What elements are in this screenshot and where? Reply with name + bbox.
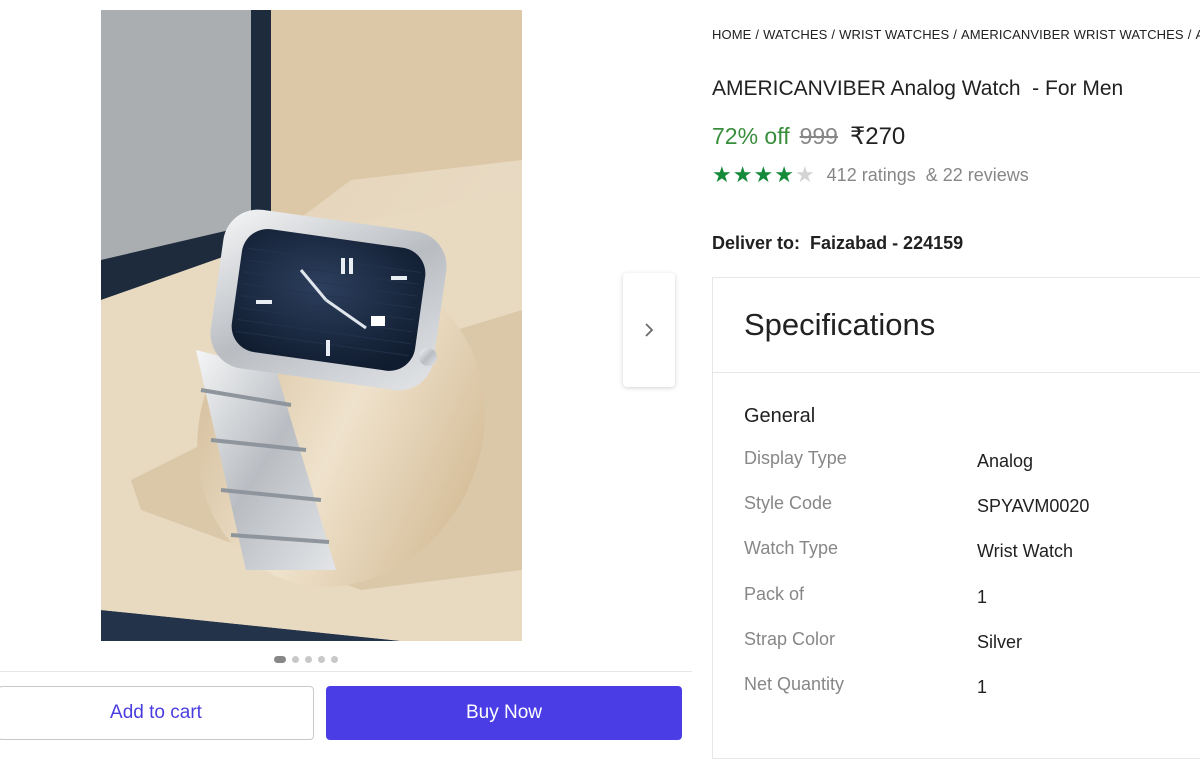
star-rating: ★ ★ ★ ★ ★ <box>712 164 815 186</box>
spec-table: Display Type Analog Style Code SPYAVM002… <box>744 448 1184 719</box>
star-icon: ★ <box>753 162 774 187</box>
breadcrumb-link-home[interactable]: HOME <box>712 27 751 42</box>
reviews-count: & 22 reviews <box>925 164 1029 185</box>
breadcrumb-link-wrist-watches[interactable]: WRIST WATCHES <box>839 27 949 42</box>
star-icon: ★ <box>774 162 794 187</box>
spec-row: Pack of 1 <box>744 584 1184 629</box>
product-image[interactable] <box>101 10 522 641</box>
discount-label: 72% off <box>712 123 790 149</box>
rating-row[interactable]: ★ ★ ★ ★ ★ 412 ratings & 22 reviews <box>712 164 1029 186</box>
spec-row: Watch Type Wrist Watch <box>744 538 1184 583</box>
spec-row: Strap Color Silver <box>744 629 1184 674</box>
product-gallery: Add to cart Buy Now <box>0 0 695 755</box>
selling-price: ₹270 <box>849 123 906 150</box>
specifications-title: Specifications <box>744 307 936 342</box>
purchase-actions: Add to cart Buy Now <box>0 671 692 756</box>
spec-row: Net Quantity 1 <box>744 674 1184 719</box>
delivery-location[interactable]: Deliver to: Faizabad - 224159 <box>712 233 963 254</box>
deliver-to-label: Deliver to: <box>712 233 801 253</box>
carousel-dot[interactable] <box>318 656 325 663</box>
carousel-dot[interactable] <box>331 656 338 663</box>
spec-key: Strap Color <box>744 628 836 649</box>
breadcrumb-link-truncated[interactable]: AI <box>1195 27 1200 42</box>
original-price: 999 <box>799 123 838 149</box>
carousel-dot[interactable] <box>274 656 286 663</box>
spec-key: Watch Type <box>744 538 839 559</box>
price-row: 72% off 999 ₹270 <box>712 122 905 151</box>
add-to-cart-button[interactable]: Add to cart <box>0 686 314 740</box>
ratings-count: 412 ratings <box>826 164 916 185</box>
spec-key: Display Type <box>744 448 847 468</box>
carousel-dot[interactable] <box>305 656 312 663</box>
spec-value: 1 <box>977 586 988 607</box>
delivery-pincode: Faizabad - 224159 <box>810 233 964 253</box>
spec-value: Analog <box>977 451 1034 471</box>
spec-key: Style Code <box>744 493 833 514</box>
spec-row: Style Code SPYAVM0020 <box>744 493 1184 538</box>
breadcrumb-link-watches[interactable]: WATCHES <box>763 27 827 42</box>
chevron-right-icon <box>645 323 654 337</box>
spec-value: SPYAVM0020 <box>977 496 1090 517</box>
spec-value: Silver <box>977 631 1023 652</box>
breadcrumb: HOME / WATCHES / WRIST WATCHES / AMERICANVIBER… <box>712 27 1200 42</box>
star-icon: ★ <box>794 162 815 187</box>
specifications-header: Specifications <box>713 278 1200 373</box>
carousel-dot[interactable] <box>292 656 299 663</box>
spec-value: Wrist Watch <box>977 541 1074 562</box>
product-title: AMERICANVIBER Analog Watch - For Men <box>712 77 1124 100</box>
star-icon: ★ <box>712 162 732 187</box>
spec-row: Display Type Analog <box>744 448 1184 493</box>
spec-value: 1 <box>977 676 988 697</box>
spec-section-title: General <box>744 405 816 427</box>
buy-now-button[interactable]: Buy Now <box>326 686 682 740</box>
spec-key: Net Quantity <box>744 673 845 694</box>
specifications-card: Specifications General Display Type Anal… <box>712 277 1200 759</box>
next-image-button[interactable] <box>623 273 675 387</box>
breadcrumb-link-brand[interactable]: AMERICANVIBER WRIST WATCHES <box>961 27 1184 42</box>
star-icon: ★ <box>732 162 753 187</box>
spec-key: Pack of <box>744 583 805 604</box>
carousel-dots <box>274 656 338 663</box>
product-details: HOME / WATCHES / WRIST WATCHES / AMERICANVIBER… <box>712 0 1200 759</box>
